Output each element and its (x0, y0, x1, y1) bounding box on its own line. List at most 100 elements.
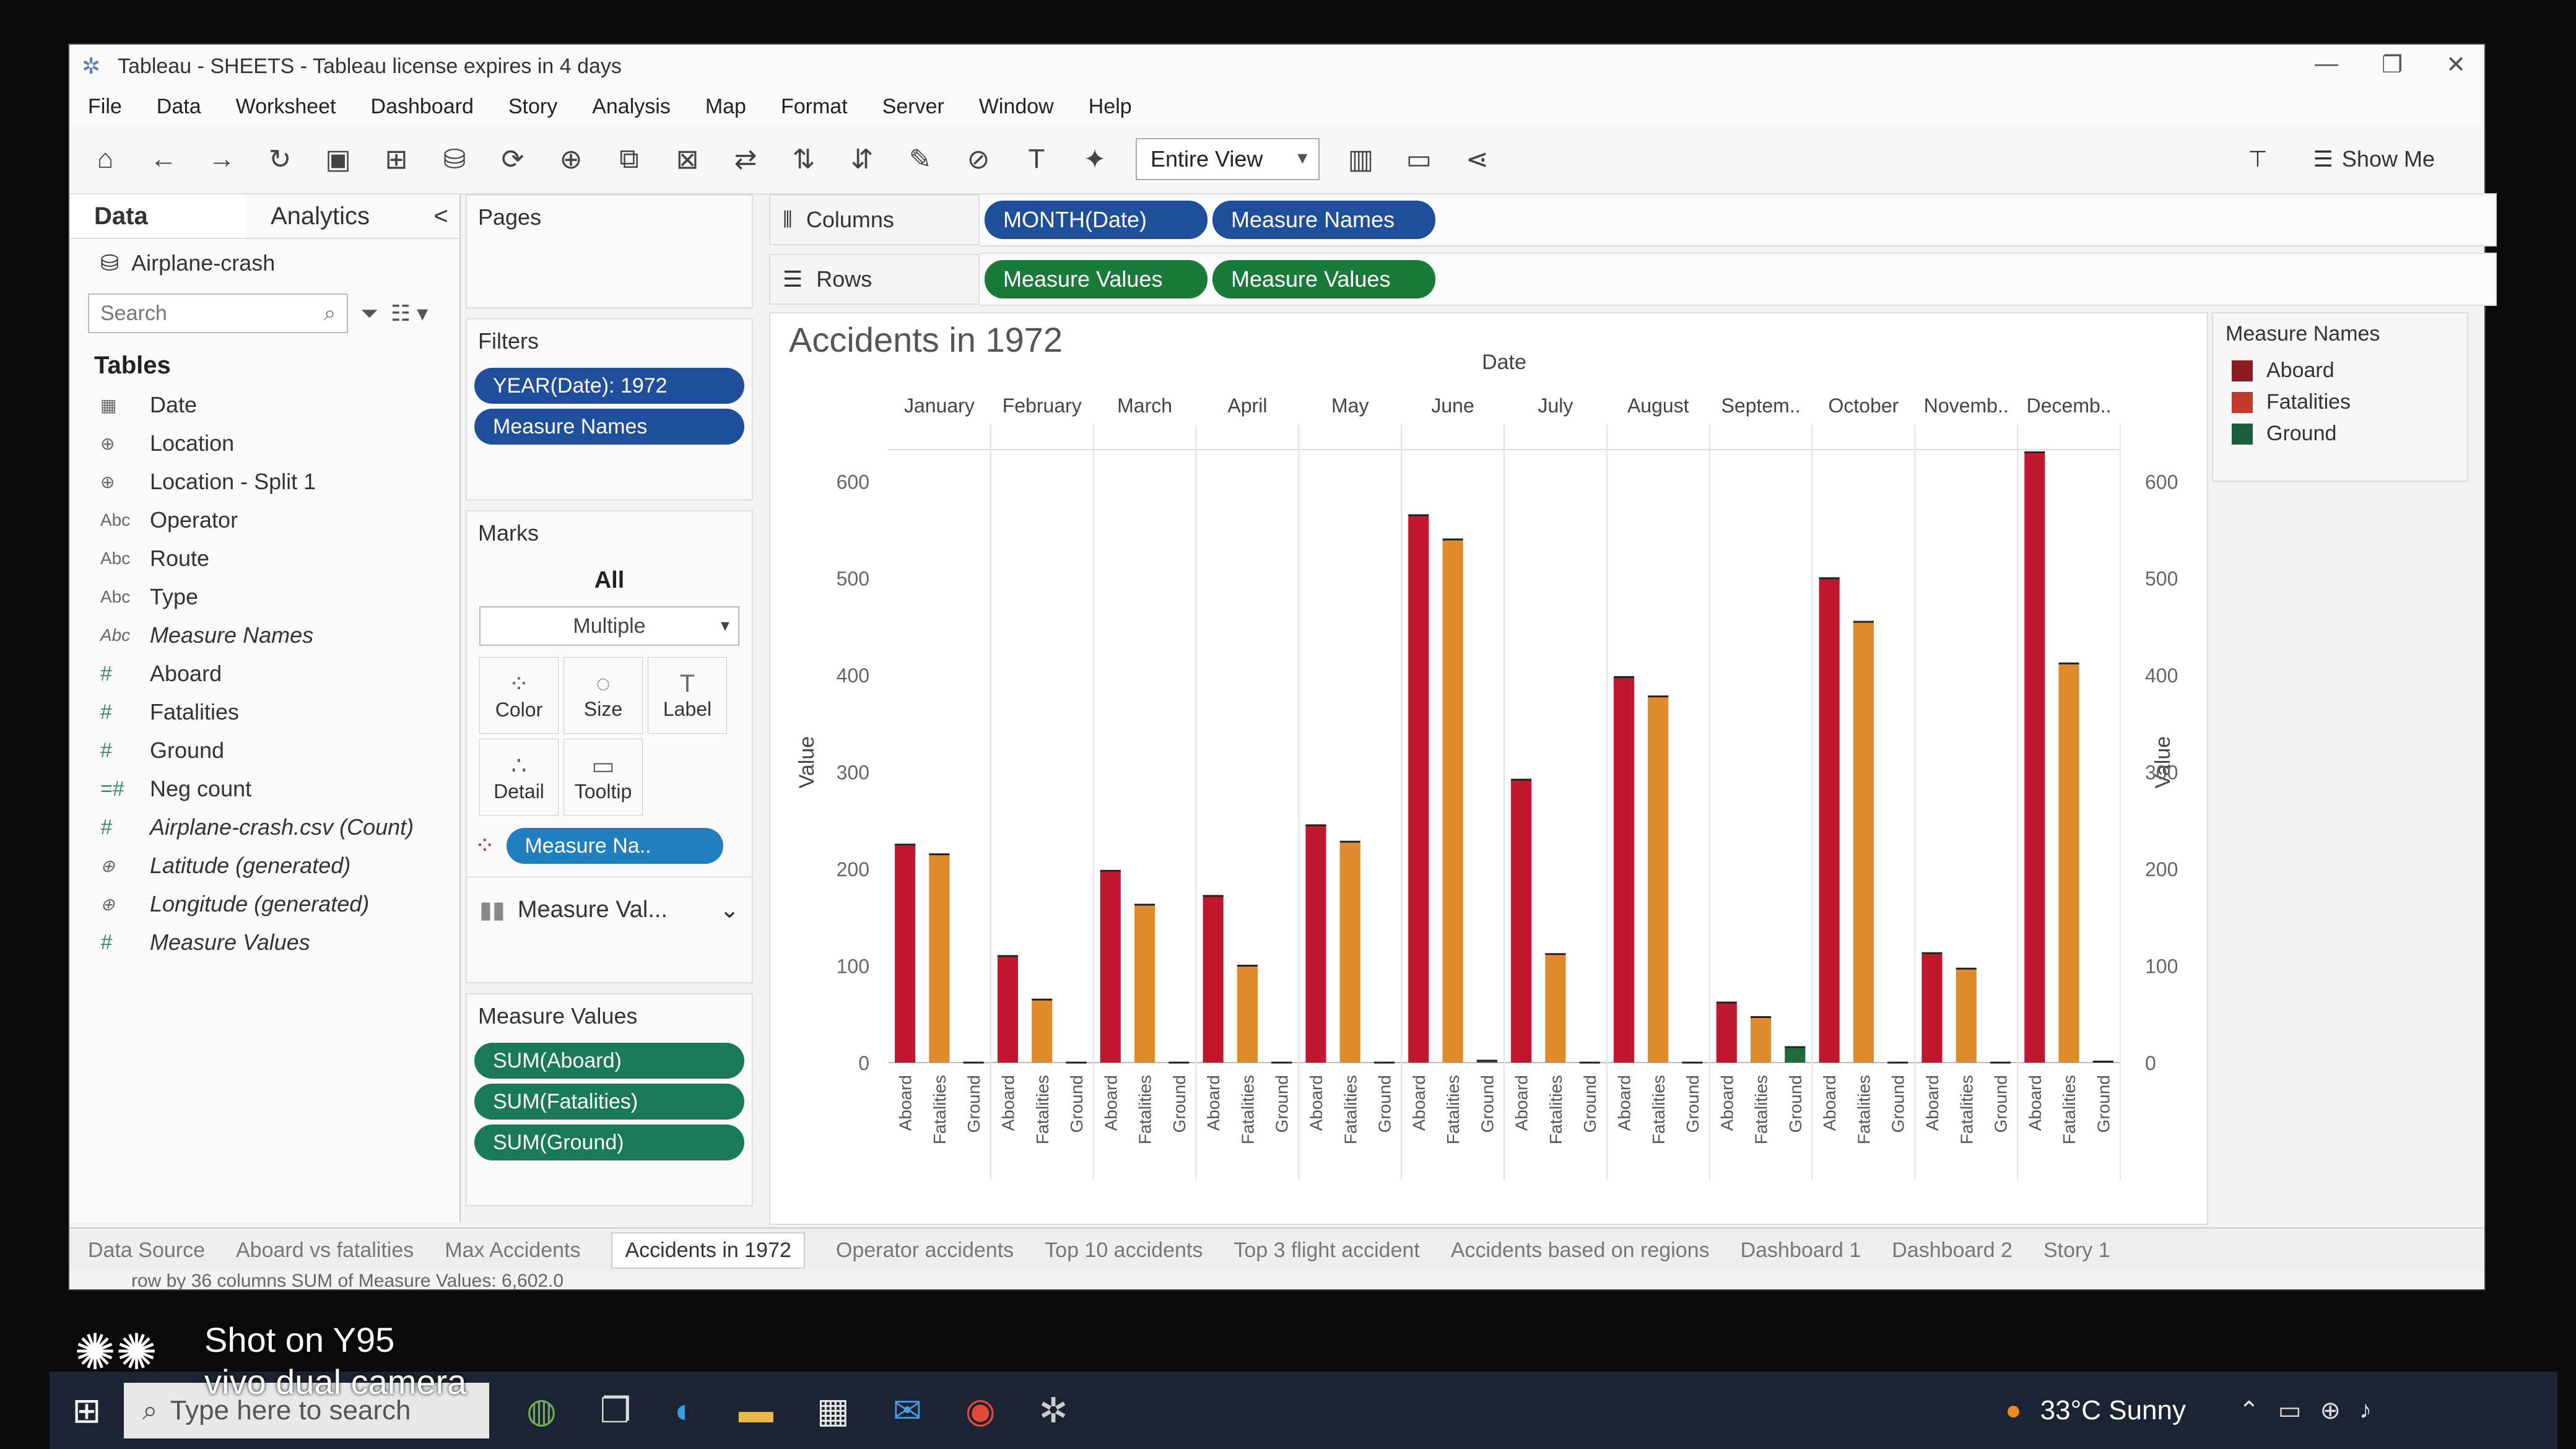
field-operator[interactable]: Abc Operator (69, 501, 459, 539)
sheet-tab-dashboard-1[interactable]: Dashboard 1 (1741, 1238, 1861, 1263)
rows-pill-measure-values[interactable]: Measure Values (985, 260, 1208, 298)
menu-help[interactable]: Help (1089, 95, 1132, 119)
marks-color-button[interactable]: ⁘ Color (479, 657, 559, 734)
format-painter-icon[interactable]: ⊤ (2248, 146, 2267, 172)
sheet-tab-top-10-accidents[interactable]: Top 10 accidents (1045, 1238, 1203, 1263)
undo-icon[interactable]: ← (146, 144, 181, 175)
rows-drop-area[interactable]: Measure Values Measure Values (980, 253, 2497, 306)
battery-icon[interactable]: ▭ (2278, 1396, 2302, 1425)
sheet-tab-top-3-flight-accident[interactable]: Top 3 flight accident (1234, 1238, 1420, 1263)
field-location[interactable]: ⊕ Location (69, 424, 459, 463)
sort-asc-icon[interactable]: ⇅ (786, 144, 821, 175)
presentation-icon[interactable]: ▭ (1401, 144, 1436, 175)
marks-tooltip-button[interactable]: ▭ Tooltip (564, 739, 643, 816)
field-ground[interactable]: # Ground (69, 731, 459, 770)
sheet-tab-operator-accidents[interactable]: Operator accidents (836, 1238, 1014, 1263)
labels-icon[interactable]: T (1019, 144, 1054, 175)
collapse-pane-button[interactable]: < (422, 194, 459, 238)
marks-label-button[interactable]: T Label (648, 657, 727, 734)
chevron-up-icon[interactable]: ⌃ (2239, 1396, 2260, 1425)
menu-format[interactable]: Format (781, 95, 848, 119)
show-me-button[interactable]: ⊤ ☰ Show Me (2248, 146, 2435, 172)
new-datasource-icon[interactable]: ⊞ (379, 144, 414, 175)
network-icon[interactable]: ⊕ (2320, 1396, 2341, 1425)
sort-desc-icon[interactable]: ⇵ (845, 144, 879, 175)
store-icon[interactable]: ▦ (817, 1390, 850, 1431)
save-icon[interactable]: ▣ (321, 144, 355, 175)
swap-icon[interactable]: ⇄ (728, 144, 763, 175)
restore-icon[interactable]: ❐ (2382, 51, 2403, 79)
replay-icon[interactable]: ↻ (263, 144, 297, 175)
measure-pill-sum-fatalities[interactable]: SUM(Fatalities) (474, 1084, 744, 1120)
close-icon[interactable]: ✕ (2446, 51, 2466, 79)
menu-story[interactable]: Story (508, 95, 557, 119)
tableau-taskbar-icon[interactable]: ✲ (1039, 1390, 1068, 1431)
menu-file[interactable]: File (88, 95, 122, 119)
field-date[interactable]: ▦ Date (69, 386, 459, 424)
field-airplane-crash-csv-count[interactable]: # Airplane-crash.csv (Count) (69, 808, 459, 846)
task-view-icon[interactable]: ❐ (600, 1390, 631, 1431)
tab-analytics[interactable]: Analytics (246, 194, 422, 238)
measure-pill-sum-aboard[interactable]: SUM(Aboard) (474, 1043, 744, 1079)
field-type[interactable]: Abc Type (69, 578, 459, 616)
field-neg-count[interactable]: =# Neg count (69, 770, 459, 808)
marks-size-button[interactable]: ◌ Size (564, 657, 643, 734)
legend-item-fatalities[interactable]: Fatalities (2213, 386, 2467, 418)
chrome-icon[interactable]: ◉ (965, 1390, 996, 1431)
weather-widget[interactable]: ● 33°C Sunny (2005, 1395, 2186, 1426)
sheet-tab-data-source[interactable]: Data Source (88, 1238, 205, 1263)
new-worksheet-icon[interactable]: ⊕ (554, 144, 588, 175)
sheet-tab-max-accidents[interactable]: Max Accidents (445, 1238, 580, 1263)
filter-pill-year-date-1972[interactable]: YEAR(Date): 1972 (474, 368, 744, 404)
view-options-icon[interactable]: ☷ ▾ (391, 300, 428, 326)
datasource-item[interactable]: ⛁ Airplane-crash (69, 239, 459, 287)
fit-dropdown[interactable]: Entire View (1136, 138, 1320, 180)
pin-icon[interactable]: ✦ (1077, 144, 1112, 175)
measure-pill-sum-ground[interactable]: SUM(Ground) (474, 1125, 744, 1160)
legend-item-aboard[interactable]: Aboard (2213, 355, 2467, 386)
sheet-tab-story-1[interactable]: Story 1 (2043, 1238, 2110, 1263)
menu-worksheet[interactable]: Worksheet (236, 95, 336, 119)
menu-window[interactable]: Window (979, 95, 1054, 119)
columns-drop-area[interactable]: MONTH(Date) Measure Names (980, 193, 2497, 246)
mail-icon[interactable]: ✉ (893, 1390, 922, 1431)
filter-pill-measure-names[interactable]: Measure Names (474, 409, 744, 445)
group-icon[interactable]: ⊘ (961, 144, 996, 175)
sheet-tab-accidents-in-1972[interactable]: Accidents in 1972 (611, 1232, 805, 1269)
redo-icon[interactable]: → (204, 144, 239, 175)
sheet-tab-dashboard-2[interactable]: Dashboard 2 (1892, 1238, 2012, 1263)
field-aboard[interactable]: # Aboard (69, 655, 459, 693)
search-input[interactable]: Search ⌕ (88, 294, 348, 333)
show-cards-icon[interactable]: ▥ (1343, 144, 1378, 175)
measure-names-color-pill[interactable]: Measure Na.. (506, 828, 723, 864)
rows-pill-measure-values[interactable]: Measure Values (1212, 260, 1435, 298)
legend-item-ground[interactable]: Ground (2213, 418, 2467, 450)
menu-map[interactable]: Map (705, 95, 746, 119)
menu-data[interactable]: Data (157, 95, 201, 119)
pages-card[interactable]: Pages (466, 194, 753, 308)
share-icon[interactable]: ⋖ (1460, 144, 1494, 175)
field-measure-values[interactable]: # Measure Values (69, 923, 459, 962)
columns-pill-measure-names[interactable]: Measure Names (1212, 201, 1435, 239)
field-route[interactable]: Abc Route (69, 539, 459, 578)
menu-server[interactable]: Server (882, 95, 944, 119)
filter-icon[interactable]: ⏷ (360, 300, 378, 327)
field-fatalities[interactable]: # Fatalities (69, 693, 459, 731)
clear-sheet-icon[interactable]: ⊠ (670, 144, 705, 175)
field-longitude-generated[interactable]: ⊕ Longitude (generated) (69, 885, 459, 923)
marks-all-tab[interactable]: All (467, 555, 752, 606)
edge-icon[interactable]: ◐ (674, 1390, 695, 1431)
file-explorer-icon[interactable]: ▬ (739, 1390, 773, 1431)
refresh-icon[interactable]: ⟳ (495, 144, 530, 175)
highlight-icon[interactable]: ✎ (903, 144, 938, 175)
minimize-icon[interactable]: — (2315, 51, 2338, 79)
marks-detail-button[interactable]: ∴ Detail (479, 739, 559, 816)
columns-pill-month-date[interactable]: MONTH(Date) (985, 201, 1208, 239)
field-latitude-generated[interactable]: ⊕ Latitude (generated) (69, 846, 459, 885)
tab-data[interactable]: Data (69, 194, 246, 238)
menu-analysis[interactable]: Analysis (592, 95, 671, 119)
measure-values-marks-section[interactable]: ▮▮ Measure Val... ⌄ (467, 876, 752, 942)
volume-icon[interactable]: ♪ (2359, 1396, 2372, 1425)
home-icon[interactable]: ⌂ (88, 144, 123, 175)
duplicate-icon[interactable]: ⧉ (612, 144, 646, 175)
